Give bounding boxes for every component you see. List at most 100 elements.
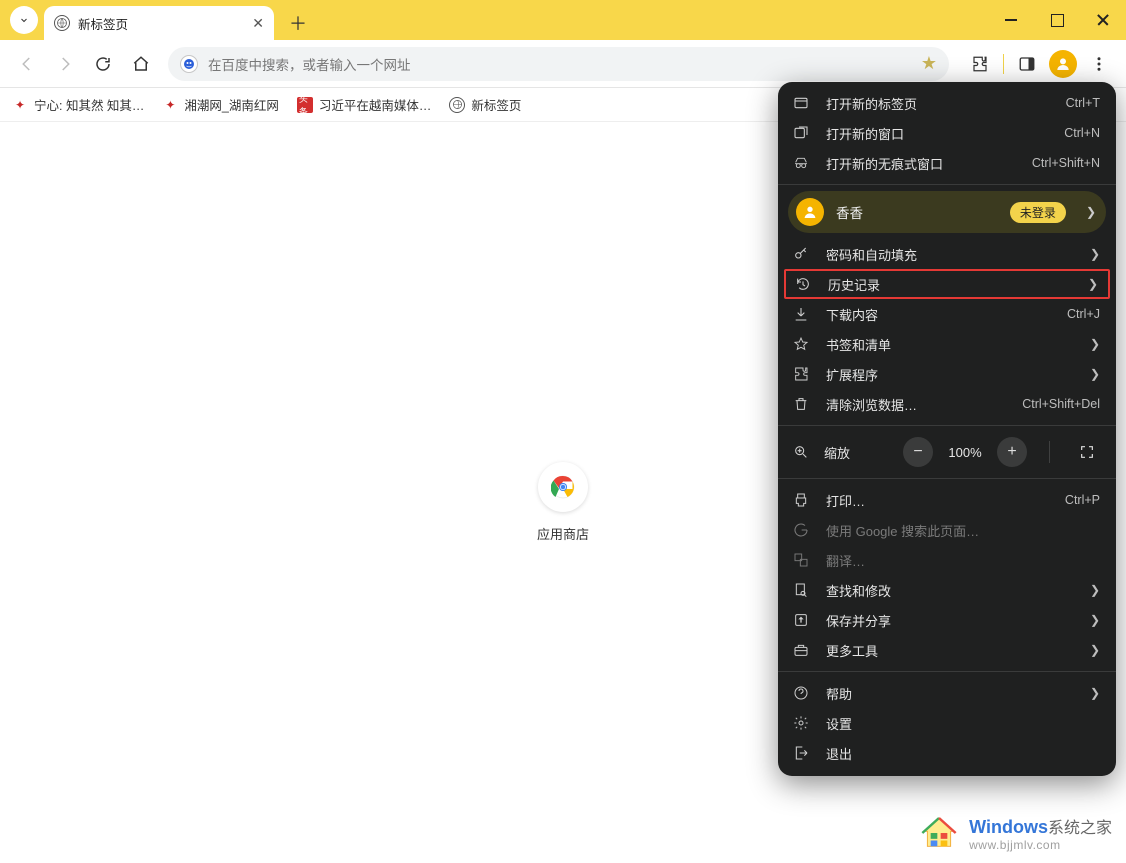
- menu-save-share[interactable]: 保存并分享 ❯: [778, 605, 1116, 635]
- avatar-icon: [1049, 50, 1077, 78]
- menu-history[interactable]: 历史记录 ❯: [784, 269, 1110, 299]
- menu-new-tab[interactable]: 打开新的标签页 Ctrl+T: [778, 88, 1116, 118]
- menu-label: 使用 Google 搜索此页面…: [826, 521, 1100, 540]
- chevron-right-icon: ❯: [1090, 613, 1100, 627]
- zoom-label: 缩放: [824, 443, 850, 462]
- bookmark-item[interactable]: 头条 习近平在越南媒体…: [297, 95, 432, 114]
- chevron-right-icon: ❯: [1090, 583, 1100, 597]
- bookmark-item[interactable]: ✦ 湘潮网_湖南红网: [162, 95, 278, 114]
- nav-forward-button[interactable]: [48, 47, 82, 81]
- chrome-store-icon: [538, 462, 588, 512]
- menu-extensions[interactable]: 扩展程序 ❯: [778, 359, 1116, 389]
- app-menu-button[interactable]: [1082, 47, 1116, 81]
- menu-new-incognito[interactable]: 打开新的无痕式窗口 Ctrl+Shift+N: [778, 148, 1116, 178]
- toolbox-icon: [792, 642, 810, 658]
- bookmark-item[interactable]: 新标签页: [449, 95, 521, 114]
- help-icon: [792, 685, 810, 701]
- menu-exit[interactable]: 退出: [778, 738, 1116, 768]
- chevron-right-icon: ❯: [1090, 367, 1100, 381]
- app-menu: 打开新的标签页 Ctrl+T 打开新的窗口 Ctrl+N 打开新的无痕式窗口 C…: [778, 82, 1116, 776]
- bookmark-label: 湘潮网_湖南红网: [184, 95, 278, 114]
- menu-label: 退出: [826, 744, 1100, 763]
- chevron-right-icon: ❯: [1088, 277, 1098, 291]
- bookmark-favicon: 头条: [297, 97, 313, 113]
- profile-name: 香香: [836, 202, 998, 222]
- tab-list-dropdown[interactable]: [10, 6, 38, 34]
- window-minimize-button[interactable]: [988, 0, 1034, 40]
- toolbar: 在百度中搜索，或者输入一个网址 ★: [0, 40, 1126, 88]
- site-identity-icon[interactable]: [180, 55, 198, 73]
- browser-tab[interactable]: 新标签页 ✕: [44, 6, 274, 40]
- menu-translate: 翻译…: [778, 545, 1116, 575]
- menu-label: 下载内容: [826, 305, 1051, 324]
- new-tab-button[interactable]: ＋: [284, 9, 312, 37]
- arrow-right-icon: [56, 55, 74, 73]
- menu-downloads[interactable]: 下载内容 Ctrl+J: [778, 299, 1116, 329]
- bookmark-label: 习近平在越南媒体…: [319, 95, 432, 114]
- exit-icon: [792, 745, 810, 761]
- menu-new-window[interactable]: 打开新的窗口 Ctrl+N: [778, 118, 1116, 148]
- profile-button[interactable]: [1046, 47, 1080, 81]
- window-maximize-button[interactable]: [1034, 0, 1080, 40]
- menu-label: 历史记录: [828, 275, 1072, 294]
- menu-label: 书签和清单: [826, 335, 1074, 354]
- search-document-icon: [792, 582, 810, 598]
- menu-help[interactable]: 帮助 ❯: [778, 678, 1116, 708]
- extensions-button[interactable]: [963, 47, 997, 81]
- tab-close-button[interactable]: ✕: [252, 15, 264, 32]
- window-close-button[interactable]: [1080, 0, 1126, 40]
- menu-passwords[interactable]: 密码和自动填充 ❯: [778, 239, 1116, 269]
- zoom-icon: [792, 444, 810, 460]
- profile-status-badge: 未登录: [1010, 202, 1066, 223]
- nav-back-button[interactable]: [10, 47, 44, 81]
- history-icon: [794, 276, 812, 292]
- bookmark-item[interactable]: ✦ 宁心: 知其然 知其…: [12, 95, 144, 114]
- tab-title: 新标签页: [78, 14, 128, 33]
- star-icon: [792, 336, 810, 352]
- menu-settings[interactable]: 设置: [778, 708, 1116, 738]
- nav-home-button[interactable]: [124, 47, 158, 81]
- menu-more-tools[interactable]: 更多工具 ❯: [778, 635, 1116, 665]
- menu-label: 密码和自动填充: [826, 245, 1074, 264]
- menu-label: 清除浏览数据…: [826, 395, 1006, 414]
- menu-separator: [778, 478, 1116, 479]
- google-icon: [792, 522, 810, 538]
- watermark-title: Windows系统之家: [969, 814, 1112, 838]
- nav-reload-button[interactable]: [86, 47, 120, 81]
- watermark-url: www.bjjmlv.com: [969, 838, 1112, 852]
- chevron-right-icon: ❯: [1086, 205, 1096, 219]
- menu-clear-data[interactable]: 清除浏览数据… Ctrl+Shift+Del: [778, 389, 1116, 419]
- print-icon: [792, 492, 810, 508]
- chrome-store-label: 应用商店: [537, 524, 589, 543]
- menu-accelerator: Ctrl+J: [1067, 307, 1100, 321]
- bookmark-label: 新标签页: [471, 95, 521, 114]
- side-panel-icon: [1018, 55, 1036, 73]
- menu-zoom-row: 缩放 − 100% +: [778, 432, 1116, 472]
- menu-label: 打开新的标签页: [826, 94, 1050, 113]
- menu-label: 翻译…: [826, 551, 1100, 570]
- zoom-value: 100%: [943, 445, 987, 460]
- puzzle-icon: [792, 366, 810, 382]
- watermark: Windows系统之家 www.bjjmlv.com: [919, 813, 1112, 853]
- save-share-icon: [792, 612, 810, 628]
- chrome-store-shortcut[interactable]: 应用商店: [537, 462, 589, 543]
- menu-accelerator: Ctrl+P: [1065, 493, 1100, 507]
- menu-bookmarks-lists[interactable]: 书签和清单 ❯: [778, 329, 1116, 359]
- zoom-in-button[interactable]: +: [997, 437, 1027, 467]
- chevron-down-icon: [18, 14, 30, 26]
- toolbar-divider: [1003, 54, 1004, 74]
- chevron-right-icon: ❯: [1090, 247, 1100, 261]
- side-panel-button[interactable]: [1010, 47, 1044, 81]
- zoom-out-button[interactable]: −: [903, 437, 933, 467]
- incognito-icon: [792, 155, 810, 171]
- menu-profile-row[interactable]: 香香 未登录 ❯: [788, 191, 1106, 233]
- chevron-right-icon: ❯: [1090, 643, 1100, 657]
- menu-find-edit[interactable]: 查找和修改 ❯: [778, 575, 1116, 605]
- globe-icon: [54, 15, 70, 31]
- menu-print[interactable]: 打印… Ctrl+P: [778, 485, 1116, 515]
- fullscreen-button[interactable]: [1072, 437, 1102, 467]
- bookmark-star-button[interactable]: ★: [921, 53, 937, 74]
- omnibox[interactable]: 在百度中搜索，或者输入一个网址 ★: [168, 47, 949, 81]
- chevron-right-icon: ❯: [1090, 686, 1100, 700]
- omnibox-placeholder: 在百度中搜索，或者输入一个网址: [208, 54, 411, 74]
